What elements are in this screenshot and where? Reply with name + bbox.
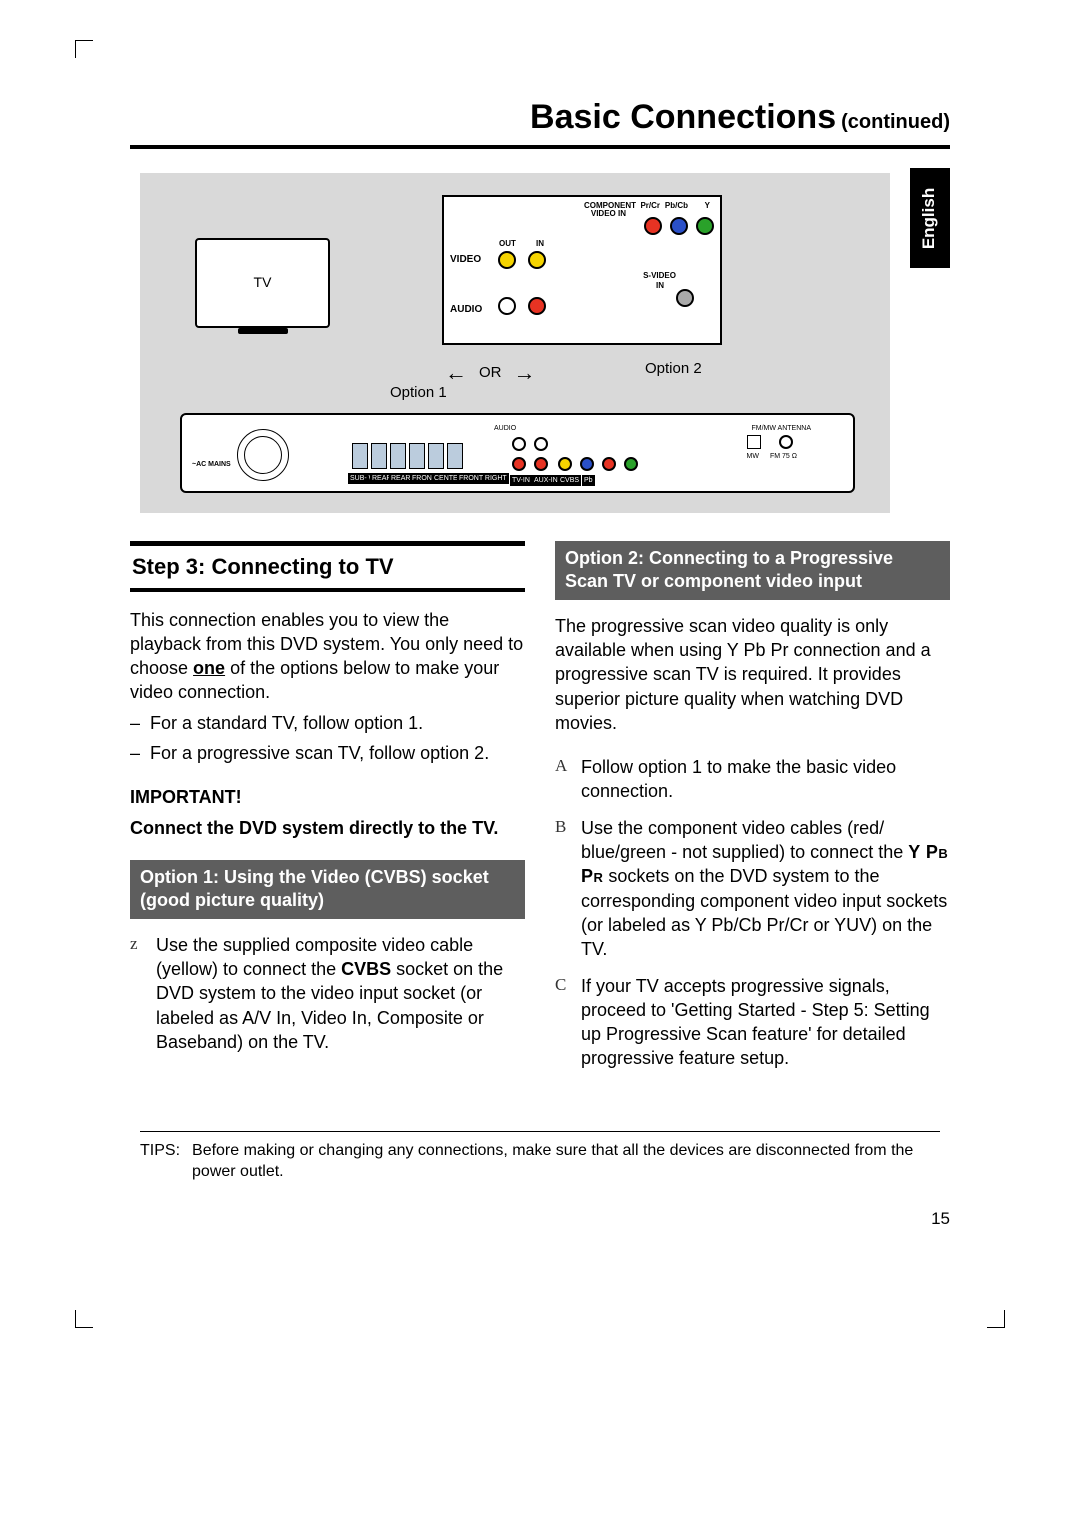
port-cvbs — [558, 457, 572, 471]
mw-lbl: MW — [745, 451, 761, 462]
arrow-right-icon — [514, 358, 536, 388]
speaker-terminals — [352, 443, 463, 469]
spkr-c — [428, 443, 444, 469]
tips-label: TIPS: — [140, 1140, 180, 1183]
fm-lbl: FM 75 Ω — [768, 451, 799, 462]
intro-li2-text: For a progressive scan TV, follow option… — [150, 743, 489, 763]
label-svideo-in: IN — [656, 281, 664, 292]
step-letter-b: B — [555, 816, 571, 962]
right-column: Option 2: Connecting to a Progressive Sc… — [555, 541, 950, 1083]
rca-pb — [670, 217, 688, 235]
language-tab: English — [910, 168, 950, 268]
intro-one: one — [193, 658, 225, 678]
tips-footer: TIPS: Before making or changing any conn… — [140, 1131, 940, 1183]
intro-li1: – For a standard TV, follow option 1. — [130, 711, 525, 735]
spkr-lbl-5: FRONT RIGHT — [457, 473, 509, 484]
spkr-sub — [352, 443, 368, 469]
option1-label: Option 1 — [390, 383, 447, 403]
step-letter-c: C — [555, 974, 571, 1071]
option2-step-b: B Use the component video cables (red/ b… — [555, 816, 950, 962]
fan-icon — [237, 429, 289, 481]
port-lbl-0: TV-IN — [510, 475, 532, 486]
opt2b-b: sockets on the DVD system to the corresp… — [581, 866, 947, 959]
header-title: Basic Connections — [530, 98, 836, 136]
rca-video-out — [498, 251, 516, 269]
spkr-rr — [390, 443, 406, 469]
port-lbl-3: Pb — [582, 475, 595, 486]
tv-icon: TV — [195, 238, 330, 328]
rca-audio-l — [498, 297, 516, 315]
option2-label: Option 2 — [645, 359, 702, 379]
dvd-rear-panel: ~AC MAINS SUB- WOOFER REAR LEFT REAR RIG… — [180, 413, 855, 493]
spkr-fr — [447, 443, 463, 469]
option2-c-text: If your TV accepts progressive signals, … — [581, 974, 950, 1071]
fm-port — [779, 435, 793, 449]
page-number: 15 — [931, 1208, 950, 1231]
arrow-left-icon — [445, 358, 467, 388]
label-out: OUT — [499, 239, 516, 250]
port-lbl-1: AUX-IN — [532, 475, 560, 486]
port-pr — [602, 457, 616, 471]
opt2b-a: Use the component video cables (red/ blu… — [581, 818, 908, 862]
tips-text: Before making or changing any connection… — [192, 1140, 940, 1183]
header-suffix: (continued) — [841, 111, 950, 133]
connection-diagram: TV COMPONENT VIDEO IN Pr/Cr Pb/Cb Y OUT … — [140, 173, 890, 513]
option2-intro: The progressive scan video quality is on… — [555, 614, 950, 735]
ac-mains: ~AC MAINS — [190, 459, 233, 470]
left-column: Step 3: Connecting to TV This connection… — [130, 541, 525, 1083]
mw-port — [747, 435, 761, 449]
spkr-fl — [409, 443, 425, 469]
antenna-lbl: FM/MW ANTENNA — [750, 423, 814, 434]
option1-step-text: Use the supplied composite video cable (… — [156, 933, 525, 1054]
option2-heading: Option 2: Connecting to a Progressive Sc… — [555, 541, 950, 600]
port-y — [624, 457, 638, 471]
crop-mark-bl — [75, 1310, 93, 1328]
port-aux-l — [534, 437, 548, 451]
option2-b-text: Use the component video cables (red/ blu… — [581, 816, 950, 962]
important-label: IMPORTANT! — [130, 785, 525, 809]
intro-li1-text: For a standard TV, follow option 1. — [150, 713, 423, 733]
language-label: English — [919, 187, 942, 248]
important-body: Connect the DVD system directly to the T… — [130, 816, 525, 840]
label-pbcb: Pb/Cb — [665, 201, 688, 212]
crop-mark-br — [987, 1310, 1005, 1328]
opt1-bold: CVBS — [341, 959, 391, 979]
or-label: OR — [479, 363, 502, 383]
port-aux-r — [534, 457, 548, 471]
audio-lbl: AUDIO — [492, 423, 518, 434]
label-prcr: Pr/Cr — [640, 201, 660, 212]
intro-li2: – For a progressive scan TV, follow opti… — [130, 741, 525, 765]
tv-label: TV — [254, 273, 272, 292]
rca-video-in — [528, 251, 546, 269]
rca-y — [696, 217, 714, 235]
port-audio-r — [512, 457, 526, 471]
option2-step-c: C If your TV accepts progressive signals… — [555, 974, 950, 1071]
rca-pr — [644, 217, 662, 235]
option1-step: z Use the supplied composite video cable… — [130, 933, 525, 1054]
port-pb — [580, 457, 594, 471]
svideo-port — [676, 289, 694, 307]
label-video-in: VIDEO IN — [591, 209, 626, 220]
page-header: Basic Connections (continued) — [130, 95, 950, 149]
section-title: Step 3: Connecting to TV — [130, 542, 525, 592]
spkr-rl — [371, 443, 387, 469]
page-content: Basic Connections (continued) English TV… — [130, 95, 950, 1183]
tv-av-panel: COMPONENT VIDEO IN Pr/Cr Pb/Cb Y OUT IN … — [442, 195, 722, 345]
step-letter-a: A — [555, 755, 571, 804]
label-audio: AUDIO — [450, 303, 482, 317]
option2-step-a: A Follow option 1 to make the basic vide… — [555, 755, 950, 804]
label-y: Y — [705, 201, 710, 212]
option2-a-text: Follow option 1 to make the basic video … — [581, 755, 950, 804]
intro-paragraph: This connection enables you to view the … — [130, 608, 525, 705]
crop-mark-tl — [75, 40, 93, 58]
port-audio-l — [512, 437, 526, 451]
port-lbl-2: CVBS — [558, 475, 581, 486]
body-columns: Step 3: Connecting to TV This connection… — [130, 541, 950, 1083]
option1-heading: Option 1: Using the Video (CVBS) socket … — [130, 860, 525, 919]
label-video: VIDEO — [450, 253, 481, 267]
rca-audio-r — [528, 297, 546, 315]
label-in: IN — [536, 239, 544, 250]
step-letter-z: z — [130, 933, 146, 1054]
